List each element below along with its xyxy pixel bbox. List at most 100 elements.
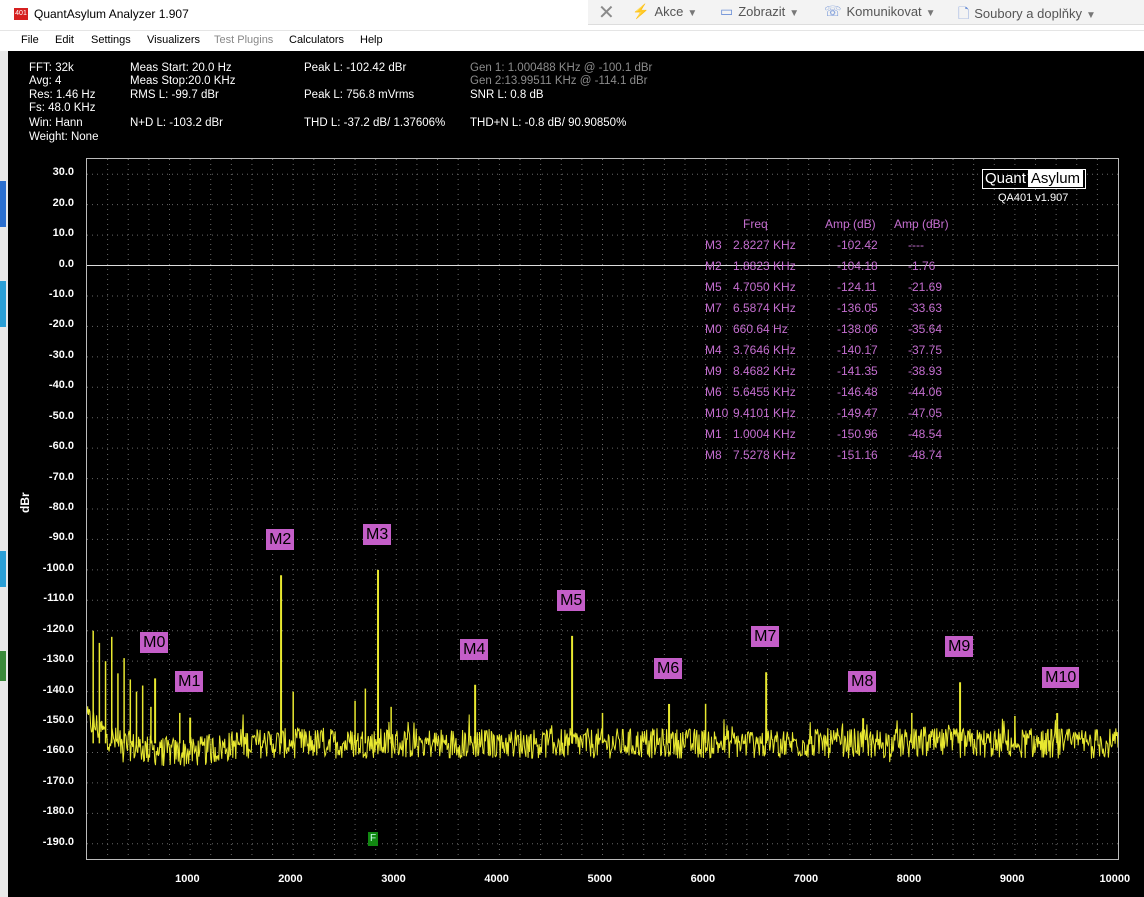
menu-settings[interactable]: Settings xyxy=(91,34,131,46)
menu-help[interactable]: Help xyxy=(360,34,383,46)
analyzer-panel: FFT: 32k Avg: 4 Res: 1.46 Hz Fs: 48.0 KH… xyxy=(8,51,1144,897)
toolbar-label: Zobrazit xyxy=(738,4,786,19)
x-tick-label: 7000 xyxy=(793,873,819,885)
marker-table-cell: -136.05 xyxy=(837,301,878,315)
weighting: Weight: None xyxy=(29,131,99,143)
marker-tag-m4[interactable]: M4 xyxy=(460,638,489,660)
marker-tag-m5[interactable]: M5 xyxy=(557,589,586,611)
background-toolbar: ✕ ⚡ Akce ▼ ▭ Zobrazit ▼ ☏ Komunikovat ▼ 🗋 Soubo… xyxy=(588,0,1144,25)
marker-tag-m10[interactable]: M10 xyxy=(1042,667,1080,689)
toolbar-label: Soubory a doplňky xyxy=(974,6,1082,21)
marker-table-cell: -38.93 xyxy=(908,364,943,378)
strip-mark xyxy=(0,181,6,227)
meas-stop: Meas Stop:20.0 KHz xyxy=(130,75,236,87)
marker-table-header: Amp (dBr) xyxy=(894,217,949,231)
toolbar-item-zobrazit[interactable]: ▭ Zobrazit ▼ xyxy=(720,3,799,20)
marker-tag-m3[interactable]: M3 xyxy=(363,523,392,545)
y-tick-label: -20.0 xyxy=(48,318,74,331)
y-tick-label: -150.0 xyxy=(42,714,74,727)
marker-table-cell: -151.16 xyxy=(837,448,878,462)
marker-table-cell: -48.74 xyxy=(908,448,943,462)
y-tick-label: -70.0 xyxy=(48,470,74,483)
y-tick-label: -30.0 xyxy=(48,348,74,361)
marker-table-cell: -150.96 xyxy=(837,427,878,441)
window-title: QuantAsylum Analyzer 1.907 xyxy=(34,7,189,21)
marker-table-cell: M7 xyxy=(705,301,722,315)
marker-tag-m1[interactable]: M1 xyxy=(175,671,204,692)
lightning-icon: ⚡ xyxy=(632,3,650,19)
marker-table-cell: M9 xyxy=(705,364,722,378)
marker-table-cell: 9.4101 KHz xyxy=(733,406,796,420)
peak-dbr-reading: Peak L: -102.42 dBr xyxy=(304,62,407,74)
marker-table-cell: -124.11 xyxy=(837,280,877,294)
menu-visualizers[interactable]: Visualizers xyxy=(147,34,200,46)
toolbar-item-akce[interactable]: ⚡ Akce ▼ xyxy=(632,3,697,20)
meas-start: Meas Start: 20.0 Hz xyxy=(130,62,232,74)
marker-table-cell: M5 xyxy=(705,280,722,294)
marker-tag-m9[interactable]: M9 xyxy=(945,636,974,658)
y-tick-label: 0.0 xyxy=(58,257,74,270)
y-tick-label: -50.0 xyxy=(48,409,74,422)
y-tick-label: -190.0 xyxy=(42,835,74,848)
snr-reading: SNR L: 0.8 dB xyxy=(470,89,544,101)
marker-table-cell: 7.5278 KHz xyxy=(733,448,796,462)
marker-tag-m6[interactable]: M6 xyxy=(654,657,683,679)
y-tick-label: -100.0 xyxy=(42,561,74,574)
x-tick-label: 5000 xyxy=(587,873,612,885)
y-tick-label: -60.0 xyxy=(48,440,74,453)
f-marker[interactable]: F xyxy=(368,832,378,846)
view-icon: ▭ xyxy=(720,3,734,19)
marker-table-cell: ---- xyxy=(908,238,924,252)
quantasylum-logo: Quant Asylum xyxy=(982,169,1087,189)
marker-table-cell: 5.6455 KHz xyxy=(733,385,796,399)
marker-table-cell: -141.35 xyxy=(837,364,878,378)
marker-table-cell: -104.18 xyxy=(837,259,878,273)
x-tick-label: 9000 xyxy=(999,873,1025,885)
marker-table-header: Amp (dB) xyxy=(825,217,876,231)
marker-table-cell: M4 xyxy=(705,343,722,357)
marker-tag-m2[interactable]: M2 xyxy=(266,529,295,551)
marker-table-header: Freq xyxy=(743,217,768,231)
marker-table-cell: 660.64 Hz xyxy=(733,322,788,336)
resolution: Res: 1.46 Hz xyxy=(29,89,96,101)
toolbar-item-komunikovat[interactable]: ☏ Komunikovat ▼ xyxy=(824,3,936,20)
toolbar-item-soubory[interactable]: 🗋 Soubory a doplňky ▼ xyxy=(958,3,1096,27)
app-icon: 401 xyxy=(14,8,28,20)
x-tick-label: 8000 xyxy=(896,873,922,885)
marker-table-cell: -1.76 xyxy=(908,259,936,273)
title-bar: 401 QuantAsylum Analyzer 1.907 ✕ ⚡ Akce ▼ … xyxy=(0,0,1144,31)
menu-file[interactable]: File xyxy=(21,34,39,46)
menu-edit[interactable]: Edit xyxy=(55,34,74,46)
x-tick-label: 10000 xyxy=(1099,873,1131,885)
menu-test-plugins[interactable]: Test Plugins xyxy=(214,34,273,46)
strip-mark xyxy=(0,551,6,587)
marker-tag-m7[interactable]: M7 xyxy=(751,626,780,648)
marker-table-cell: -21.69 xyxy=(908,280,943,294)
logo-text-right: Asylum xyxy=(1027,170,1084,187)
marker-table-cell: 1.0004 KHz xyxy=(733,427,796,441)
fft-size: FFT: 32k xyxy=(29,62,74,74)
menu-calculators[interactable]: Calculators xyxy=(289,34,344,46)
marker-table-cell: -37.75 xyxy=(908,343,943,357)
marker-table-cell: -146.48 xyxy=(837,385,878,399)
close-icon[interactable]: ✕ xyxy=(598,0,615,25)
marker-table-cell: M3 xyxy=(705,238,722,252)
y-tick-label: -180.0 xyxy=(42,805,74,818)
marker-table-cell: -33.63 xyxy=(908,301,943,315)
marker-table-cell: -47.05 xyxy=(908,406,943,420)
n-plus-d-reading: N+D L: -103.2 dBr xyxy=(130,117,224,129)
desktop-strip xyxy=(0,51,8,897)
averages: Avg: 4 xyxy=(29,75,62,87)
y-tick-label: 20.0 xyxy=(52,196,74,209)
marker-table-cell: 3.7646 KHz xyxy=(733,343,796,357)
marker-tag-m0[interactable]: M0 xyxy=(140,632,169,654)
marker-table-cell: -149.47 xyxy=(837,406,878,420)
marker-table-cell: 4.7050 KHz xyxy=(733,280,796,294)
toolbar-label: Komunikovat xyxy=(846,4,922,19)
marker-table-cell: 1.8823 KHz xyxy=(733,259,796,273)
spectrum-plot[interactable] xyxy=(86,158,1119,860)
y-tick-label: -80.0 xyxy=(48,501,74,513)
marker-table-cell: M8 xyxy=(705,448,722,462)
sample-rate: Fs: 48.0 KHz xyxy=(29,102,96,114)
marker-tag-m8[interactable]: M8 xyxy=(848,671,877,692)
